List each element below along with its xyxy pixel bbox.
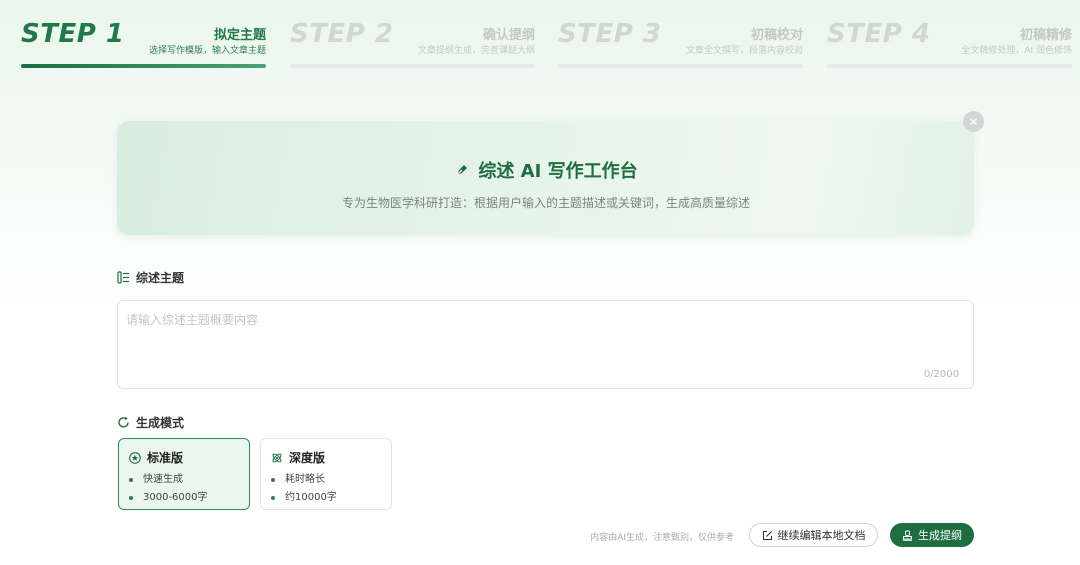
step-progress: STEP 1 拟定主题 选择写作模版，输入文章主题 STEP 2 确认提纲 文章… — [21, 0, 1074, 72]
step-2[interactable]: STEP 2 确认提纲 文章提纲生成，完善课题大纲 — [290, 0, 535, 72]
step-subtitle: 全文精修处理，AI 润色修饰 — [961, 46, 1072, 56]
topic-section-label: 综述主题 — [117, 269, 184, 286]
mode-option-standard[interactable]: 标准版 快速生成 3000-6000字 — [118, 438, 250, 510]
step-3[interactable]: STEP 3 初稿校对 文章全文撰写，段落内容校对 — [558, 0, 803, 72]
close-icon[interactable]: ✕ — [963, 111, 984, 132]
workspace-title: 综述 AI 写作工作台 — [0, 157, 1080, 183]
edit-icon — [762, 530, 772, 540]
mode-point: 约10000字 — [271, 489, 337, 507]
mode-label-text: 生成模式 — [136, 416, 185, 430]
step-progress-bar — [558, 64, 803, 68]
step-title: 初稿精修 — [1019, 28, 1072, 43]
mode-option-points: 耗时略长 约10000字 — [271, 471, 337, 507]
mode-option-header: 深度版 — [271, 449, 325, 466]
step-subtitle: 文章提纲生成，完善课题大纲 — [417, 46, 535, 56]
step-title: 确认提纲 — [482, 28, 535, 43]
topic-label-text: 综述主题 — [136, 271, 185, 285]
step-number: STEP 1 — [21, 19, 125, 49]
ai-disclaimer: 内容由AI生成，注意甄别，仅供参考 — [590, 533, 734, 543]
step-subtitle: 选择写作模版，输入文章主题 — [148, 46, 266, 56]
generate-outline-label: 生成提纲 — [918, 529, 962, 542]
workspace-subtitle: 专为生物医学科研打造：根据用户输入的主题描述或关键词，生成高质量综述 — [341, 196, 750, 210]
mode-option-points: 快速生成 3000-6000字 — [129, 471, 208, 507]
continue-edit-local-doc-button[interactable]: 继续编辑本地文档 — [749, 523, 878, 547]
mode-option-header: 标准版 — [129, 449, 183, 466]
step-number: STEP 2 — [290, 19, 394, 49]
mode-section-label: 生成模式 — [117, 414, 184, 431]
star-badge-icon — [129, 451, 141, 464]
mode-point: 3000-6000字 — [129, 489, 208, 507]
mode-point: 耗时略长 — [271, 471, 337, 489]
generate-outline-button[interactable]: 生成提纲 — [890, 523, 974, 547]
list-edit-icon — [117, 271, 129, 284]
atom-icon — [272, 453, 282, 462]
topic-input-box: 0/2000 — [117, 300, 974, 389]
mode-option-deep[interactable]: 深度版 耗时略长 约10000字 — [260, 438, 392, 510]
step-progress-bar — [21, 64, 266, 68]
mode-option-name: 标准版 — [147, 451, 184, 465]
char-counter: 0/2000 — [923, 369, 959, 380]
stamp-icon — [903, 530, 912, 541]
workspace-title-text: 综述 AI 写作工作台 — [478, 161, 638, 182]
step-number: STEP 3 — [558, 19, 662, 49]
step-4[interactable]: STEP 4 初稿精修 全文精修处理，AI 润色修饰 — [827, 0, 1072, 72]
mode-option-name: 深度版 — [289, 451, 326, 465]
step-title: 初稿校对 — [750, 28, 803, 43]
mode-point: 快速生成 — [129, 471, 208, 489]
step-number: STEP 4 — [827, 19, 931, 49]
refresh-icon — [118, 416, 129, 428]
step-subtitle: 文章全文撰写，段落内容校对 — [685, 46, 803, 56]
step-title: 拟定主题 — [213, 28, 266, 43]
topic-input[interactable] — [118, 301, 973, 388]
step-1[interactable]: STEP 1 拟定主题 选择写作模版，输入文章主题 — [21, 0, 266, 72]
step-progress-bar — [827, 64, 1072, 68]
pen-nib-icon — [456, 165, 468, 176]
step-progress-bar — [290, 64, 535, 68]
continue-edit-label: 继续编辑本地文档 — [777, 529, 866, 542]
